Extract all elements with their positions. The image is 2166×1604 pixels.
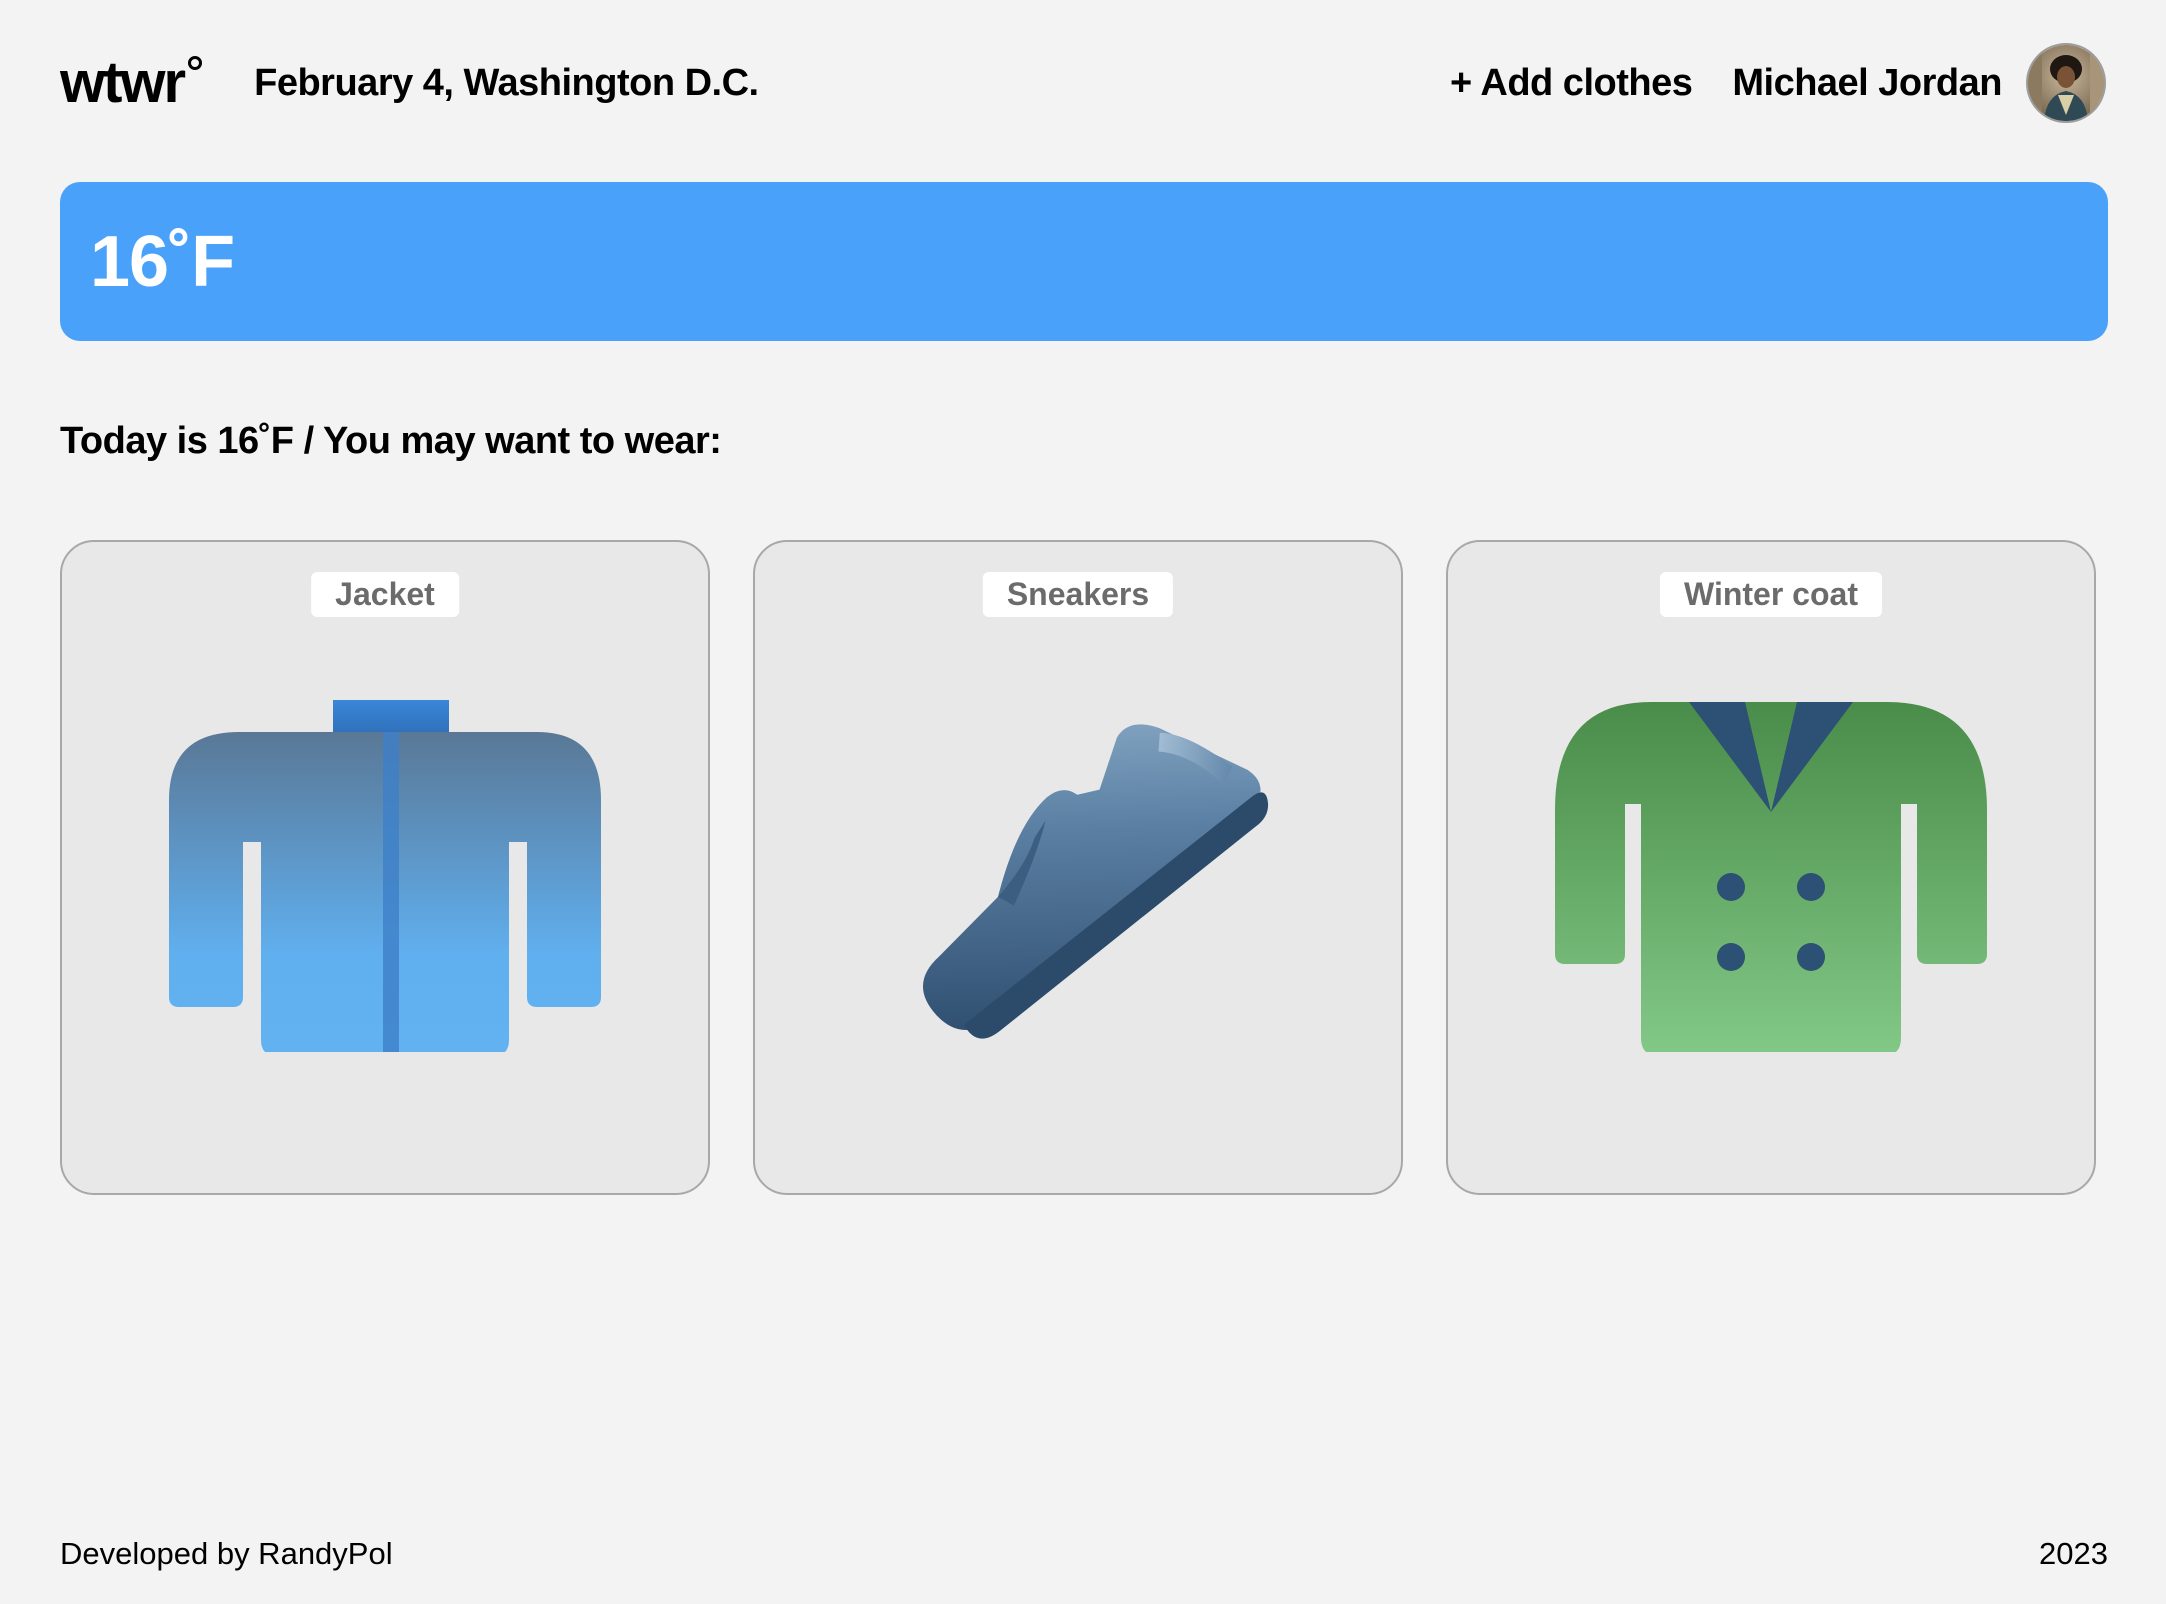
user-avatar[interactable] — [2026, 43, 2106, 123]
footer-year: 2023 — [2039, 1536, 2108, 1571]
user-name[interactable]: Michael Jordan — [1732, 62, 2002, 105]
avatar-photo-icon — [2028, 45, 2104, 121]
add-clothes-button[interactable]: + Add clothes — [1450, 62, 1693, 105]
recommendation-text: Today is 16˚F / You may want to wear: — [60, 420, 722, 462]
weather-temperature: 16˚F — [90, 221, 235, 302]
logo-degree-mark — [188, 56, 203, 70]
clothing-card-sneakers[interactable]: Sneakers — [753, 540, 1403, 1195]
footer-developer: Developed by RandyPol — [60, 1536, 393, 1571]
weather-banner: 16˚F — [60, 182, 2108, 341]
logo-text: wtwr — [60, 50, 186, 115]
clothing-card-winter-coat[interactable]: Winter coat — [1446, 540, 2096, 1195]
winter-coat-icon — [1555, 702, 1987, 1052]
date-location: February 4, Washington D.C. — [254, 61, 759, 104]
site-header: wtwr February 4, Washington D.C. + Add c… — [60, 40, 2106, 126]
sneaker-icon — [923, 724, 1269, 1039]
clothing-card-jacket[interactable]: Jacket — [60, 540, 710, 1195]
card-label: Winter coat — [1660, 572, 1882, 617]
jacket-icon — [169, 700, 601, 1052]
site-logo[interactable]: wtwr — [60, 50, 203, 115]
card-label: Sneakers — [982, 572, 1174, 617]
card-label: Jacket — [311, 572, 459, 617]
clothing-cards: Jacket Sneakers Winter coat — [60, 540, 2096, 1195]
